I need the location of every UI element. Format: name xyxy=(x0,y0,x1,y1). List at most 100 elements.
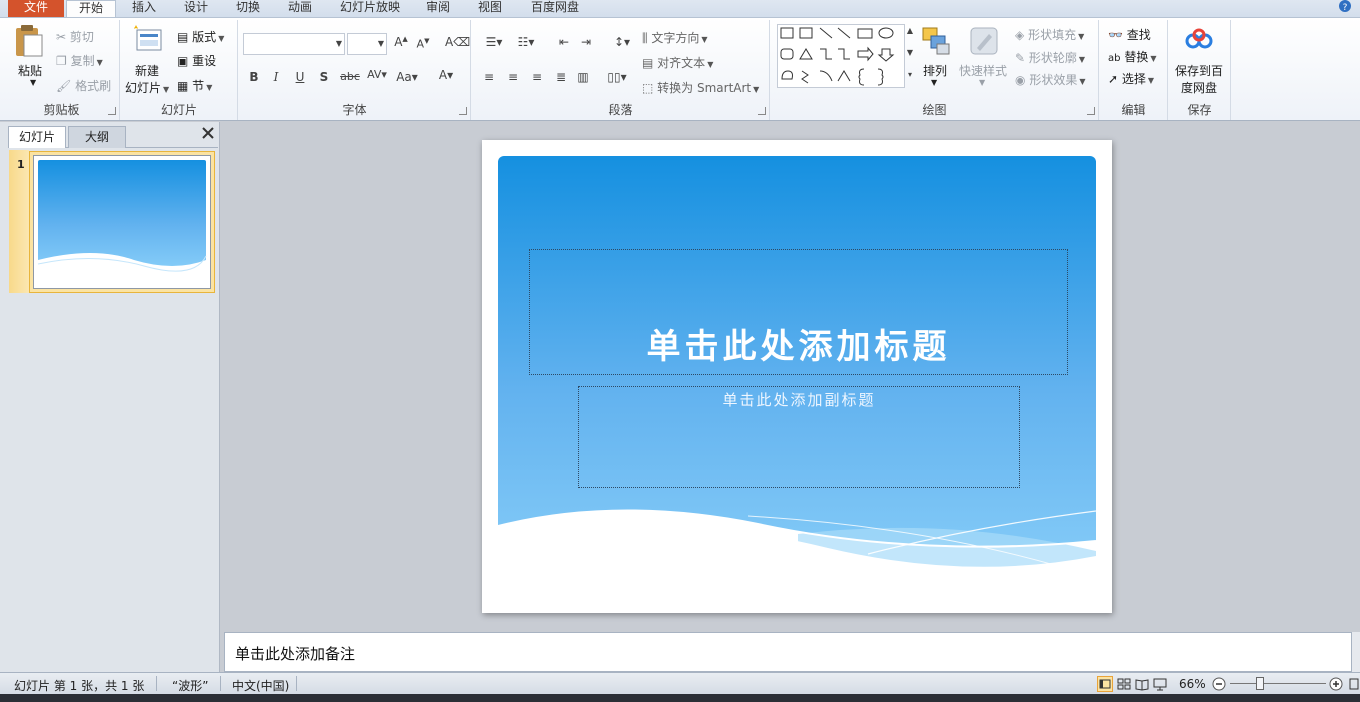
underline-icon[interactable]: U xyxy=(293,70,307,84)
close-icon[interactable] xyxy=(201,126,215,140)
font-size-combo[interactable]: ▼ xyxy=(347,33,387,55)
help-icon[interactable]: ? xyxy=(1338,0,1352,12)
clear-format-icon[interactable]: A⌫ xyxy=(445,35,470,49)
arrange-dropdown-icon[interactable]: ▼ xyxy=(931,78,937,87)
tab-insert[interactable]: 插入 xyxy=(122,0,166,17)
gallery-more-icon[interactable]: ▾ xyxy=(905,70,915,79)
quick-styles-button[interactable]: 快速样式 xyxy=(959,62,1007,79)
italic-icon[interactable]: I xyxy=(269,70,283,84)
paragraph-launcher-icon[interactable] xyxy=(758,107,766,115)
numbering-icon[interactable]: ☷▾ xyxy=(512,35,540,49)
scissors-icon: ✂ xyxy=(56,30,67,44)
drawing-launcher-icon[interactable] xyxy=(1087,107,1095,115)
select-button[interactable]: ➚ 选择 ▼ xyxy=(1108,70,1154,87)
notes-scrollbar[interactable] xyxy=(1352,632,1360,672)
new-slide-button[interactable]: 新建 xyxy=(135,62,159,79)
brush-icon: 🖌 xyxy=(56,79,72,93)
arrange-button[interactable]: 排列 xyxy=(923,62,947,79)
language-status[interactable]: 中文(中国) xyxy=(232,677,289,694)
baidu-cloud-icon[interactable] xyxy=(1185,28,1215,50)
tab-slideshow[interactable]: 幻灯片放映 xyxy=(332,0,408,17)
tab-slides[interactable]: 幻灯片 xyxy=(8,126,66,148)
font-name-combo[interactable]: ▼ xyxy=(243,33,345,55)
tab-design[interactable]: 设计 xyxy=(174,0,218,17)
reading-view-icon[interactable] xyxy=(1135,677,1149,691)
tab-baidu-netdisk[interactable]: 百度网盘 xyxy=(522,0,588,17)
quick-styles-dropdown-icon[interactable]: ▼ xyxy=(979,78,985,87)
copy-button[interactable]: ❐ 复制 ▼ xyxy=(56,52,103,69)
tab-review[interactable]: 审阅 xyxy=(416,0,460,17)
slide-sorter-view-icon[interactable] xyxy=(1117,677,1131,691)
align-right-icon[interactable]: ≡ xyxy=(528,70,546,84)
convert-smartart-button[interactable]: ⬚ 转换为 SmartArt ▼ xyxy=(642,79,759,96)
paste-icon[interactable] xyxy=(14,24,44,58)
scroll-down-icon[interactable]: ▼ xyxy=(905,48,915,57)
tab-view[interactable]: 视图 xyxy=(468,0,512,17)
layout-button[interactable]: ▤ 版式 ▼ xyxy=(177,28,224,45)
fit-to-window-icon[interactable] xyxy=(1349,677,1359,691)
shape-effects-button[interactable]: ◉ 形状效果 ▼ xyxy=(1015,71,1085,88)
font-color-icon[interactable]: A▾ xyxy=(435,68,457,82)
paste-dropdown-icon[interactable]: ▼ xyxy=(30,78,36,87)
line-spacing-icon[interactable]: ↕▾ xyxy=(608,35,636,49)
shape-outline-button[interactable]: ✎ 形状轮廓 ▼ xyxy=(1015,49,1085,66)
strikethrough-icon[interactable]: abc xyxy=(339,70,361,83)
bullets-icon[interactable]: ☰▾ xyxy=(480,35,508,49)
paste-button[interactable]: 粘贴 xyxy=(18,62,42,79)
section-button[interactable]: ▦ 节 ▼ xyxy=(177,77,212,94)
align-text-button[interactable]: ▤ 对齐文本 ▼ xyxy=(642,54,713,71)
increase-indent-icon[interactable]: ⇥ xyxy=(576,35,596,49)
bold-icon[interactable]: B xyxy=(247,70,261,84)
format-painter-button[interactable]: 🖌 格式刷 xyxy=(56,77,111,94)
tab-home[interactable]: 开始 xyxy=(66,0,116,17)
zoom-in-icon[interactable] xyxy=(1329,677,1343,691)
zoom-level[interactable]: 66% xyxy=(1179,677,1206,691)
cut-button[interactable]: ✂ 剪切 xyxy=(56,28,94,45)
new-slide-dropdown[interactable]: 幻灯片 ▼ xyxy=(125,79,169,96)
shadow-icon[interactable]: S xyxy=(317,70,331,84)
char-spacing-icon[interactable]: AV▾ xyxy=(365,68,389,81)
theme-name-status[interactable]: “波形” xyxy=(172,677,208,694)
shapes-gallery[interactable] xyxy=(777,24,905,88)
tab-outline[interactable]: 大纲 xyxy=(68,126,126,148)
align-left-icon[interactable]: ≡ xyxy=(480,70,498,84)
change-case-icon[interactable]: Aa▾ xyxy=(395,70,419,84)
title-placeholder[interactable]: 单击此处添加标题 xyxy=(529,249,1068,375)
quick-styles-icon[interactable] xyxy=(969,26,999,56)
tab-file[interactable]: 文件 xyxy=(8,0,64,17)
slide-canvas[interactable]: 单击此处添加标题 单击此处添加副标题 xyxy=(482,140,1112,613)
replace-button[interactable]: ab 替换 ▼ xyxy=(1108,48,1156,65)
save-to-baidu-button-line2[interactable]: 度网盘 xyxy=(1181,79,1217,96)
new-slide-icon[interactable] xyxy=(131,24,163,54)
font-launcher-icon[interactable] xyxy=(459,107,467,115)
shape-fill-button[interactable]: ◈ 形状填充 ▼ xyxy=(1015,26,1084,43)
find-button[interactable]: 👓 查找 xyxy=(1108,26,1151,43)
save-to-baidu-button[interactable]: 保存到百 xyxy=(1175,62,1223,79)
slideshow-view-icon[interactable] xyxy=(1153,677,1167,691)
arrange-icon[interactable] xyxy=(921,26,951,56)
zoom-slider-track[interactable] xyxy=(1230,683,1326,684)
reset-button[interactable]: ▣ 重设 xyxy=(177,52,216,69)
align-center-icon[interactable]: ≡ xyxy=(504,70,522,84)
scroll-up-icon[interactable]: ▲ xyxy=(905,26,915,35)
shrink-font-icon[interactable]: A▼ xyxy=(415,37,431,51)
slide-count-status: 幻灯片 第 1 张，共 1 张 xyxy=(14,679,145,693)
tab-transitions[interactable]: 切换 xyxy=(226,0,270,17)
normal-view-icon[interactable] xyxy=(1097,676,1113,692)
paragraph-group: ☰▾ ☷▾ ⇤ ⇥ ↕▾ ⫼ 文字方向 ▼ ▤ 对齐文本 ▼ ⬚ 转换为 Smart… xyxy=(472,20,770,120)
zoom-out-icon[interactable] xyxy=(1212,677,1226,691)
status-divider xyxy=(296,676,297,691)
decrease-indent-icon[interactable]: ⇤ xyxy=(554,35,574,49)
drawing-group-label: 绘图 xyxy=(922,103,947,117)
distributed-icon[interactable]: ▥ xyxy=(574,70,592,84)
slide-thumbnail-1[interactable] xyxy=(29,151,215,293)
columns-icon[interactable]: ▯▯▾ xyxy=(604,70,630,84)
clipboard-launcher-icon[interactable] xyxy=(108,107,116,115)
zoom-slider-handle[interactable] xyxy=(1256,677,1264,690)
tab-animations[interactable]: 动画 xyxy=(278,0,322,17)
text-direction-button[interactable]: ⫼ 文字方向 ▼ xyxy=(642,29,708,46)
subtitle-placeholder[interactable]: 单击此处添加副标题 xyxy=(578,386,1020,488)
grow-font-icon[interactable]: A▲ xyxy=(393,35,409,49)
justify-icon[interactable]: ≣ xyxy=(552,70,570,84)
notes-pane[interactable]: 单击此处添加备注 xyxy=(224,632,1352,672)
